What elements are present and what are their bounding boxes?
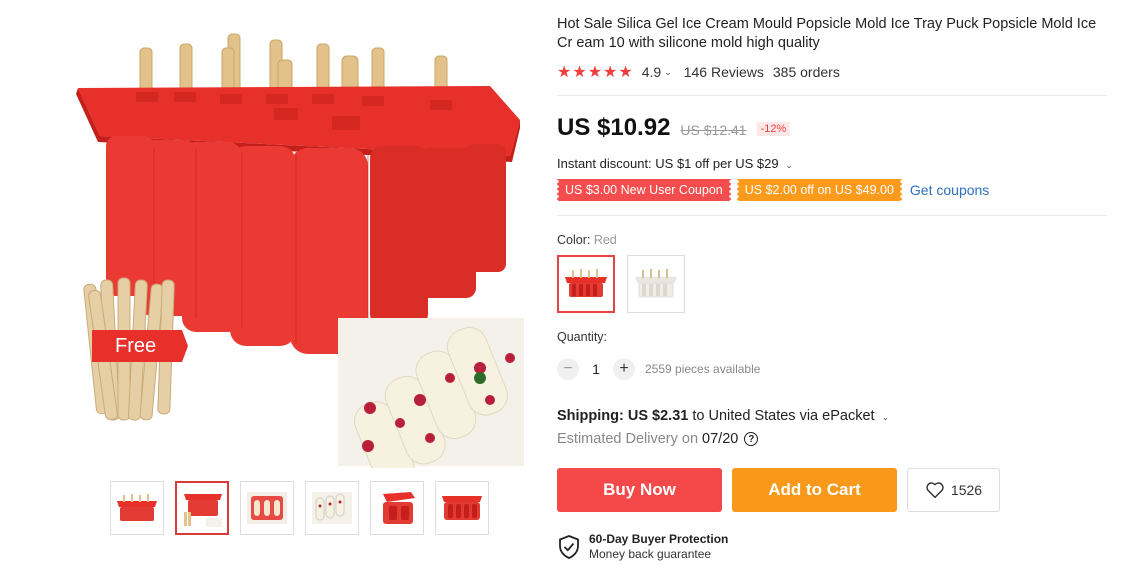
color-label: Color: Red <box>557 233 617 247</box>
thumbnail-3[interactable] <box>240 481 294 535</box>
heart-icon <box>926 482 944 499</box>
buyer-protection[interactable]: 60-Day Buyer Protection Money back guara… <box>557 532 1109 561</box>
thumbnail-2[interactable] <box>175 481 229 535</box>
original-price: US $12.41 <box>680 122 747 138</box>
rating-row: ★ ★ ★ ★ ★ 4.9 ⌄ 146 Reviews 385 orders <box>557 62 1109 82</box>
thumbnail-1[interactable] <box>110 481 164 535</box>
star-icon: ★ <box>618 64 633 81</box>
quantity-label: Quantity: <box>557 330 608 344</box>
thumbnail-strip <box>110 481 489 535</box>
swatch-white[interactable] <box>627 255 685 313</box>
quantity-stepper: − 1 + 2559 pieces available <box>557 357 1109 381</box>
pieces-available: 2559 pieces available <box>645 362 761 376</box>
delivery-date: 07/20 <box>702 431 739 447</box>
delivery-label: Estimated Delivery on <box>557 431 699 447</box>
coupon-row: US $3.00 New User Coupon US $2.00 off on… <box>557 179 1109 201</box>
selected-color: Red <box>593 233 617 247</box>
shipping-price: US $2.31 <box>627 408 689 424</box>
star-icon: ★ <box>603 64 618 81</box>
swatch-red[interactable] <box>557 255 615 313</box>
store-coupon[interactable]: US $2.00 off on US $49.00 <box>736 179 902 201</box>
estimated-delivery: Estimated Delivery on 07/20 ? <box>557 431 1109 447</box>
shipping-info: Shipping: US $2.31 to United States via … <box>557 408 1109 424</box>
color-swatches <box>557 255 1109 313</box>
chevron-down-icon[interactable]: ⌄ <box>664 67 672 78</box>
main-product-image[interactable]: Free <box>70 28 530 490</box>
thumbnail-5[interactable] <box>370 481 424 535</box>
wishlist-count: 1526 <box>950 482 983 498</box>
action-buttons: Buy Now Add to Cart 1526 <box>557 468 1109 512</box>
orders-count: 385 orders <box>772 64 840 80</box>
free-label: Free <box>115 335 156 357</box>
star-icon: ★ <box>557 64 572 81</box>
get-coupons-link[interactable]: Get coupons <box>910 182 989 198</box>
reviews-link[interactable]: 146 Reviews <box>684 64 764 80</box>
buy-now-button[interactable]: Buy Now <box>557 468 722 512</box>
increase-quantity-button[interactable]: + <box>613 358 635 380</box>
product-title: Hot Sale Silica Gel Ice Cream Mould Pops… <box>557 16 1097 51</box>
chevron-down-icon[interactable]: ⌄ <box>882 412 890 422</box>
product-info-panel: Hot Sale Silica Gel Ice Cream Mould Pops… <box>557 15 1109 561</box>
thumbnail-4[interactable] <box>305 481 359 535</box>
quantity-value[interactable]: 1 <box>579 361 613 377</box>
discount-badge: -12% <box>756 122 791 136</box>
rating-value[interactable]: 4.9 <box>642 64 661 80</box>
decrease-quantity-button[interactable]: − <box>557 358 579 380</box>
wishlist-button[interactable]: 1526 <box>907 468 1000 512</box>
thumbnail-6[interactable] <box>435 481 489 535</box>
rating-stars: ★ ★ ★ ★ ★ <box>557 62 633 82</box>
new-user-coupon[interactable]: US $3.00 New User Coupon <box>557 179 731 201</box>
instant-discount[interactable]: Instant discount: US $1 off per US $29 ⌄ <box>557 156 1109 171</box>
star-icon: ★ <box>572 64 587 81</box>
divider <box>557 95 1107 96</box>
star-icon: ★ <box>587 64 603 81</box>
shield-check-icon <box>559 534 579 559</box>
help-icon[interactable]: ? <box>744 432 759 446</box>
shipping-destination[interactable]: to United States via ePacket <box>692 408 874 424</box>
instant-discount-text: Instant discount: US $1 off per US $29 <box>557 156 779 171</box>
chevron-down-icon[interactable]: ⌄ <box>785 160 793 170</box>
current-price: US $10.92 <box>557 114 671 141</box>
add-to-cart-button[interactable]: Add to Cart <box>732 468 897 512</box>
protection-title: 60-Day Buyer Protection <box>589 532 729 546</box>
protection-subtitle: Money back guarantee <box>589 547 712 561</box>
shipping-label: Shipping: <box>557 408 624 424</box>
price-row: US $10.92 US $12.41 -12% <box>557 114 1109 142</box>
divider <box>557 215 1107 216</box>
